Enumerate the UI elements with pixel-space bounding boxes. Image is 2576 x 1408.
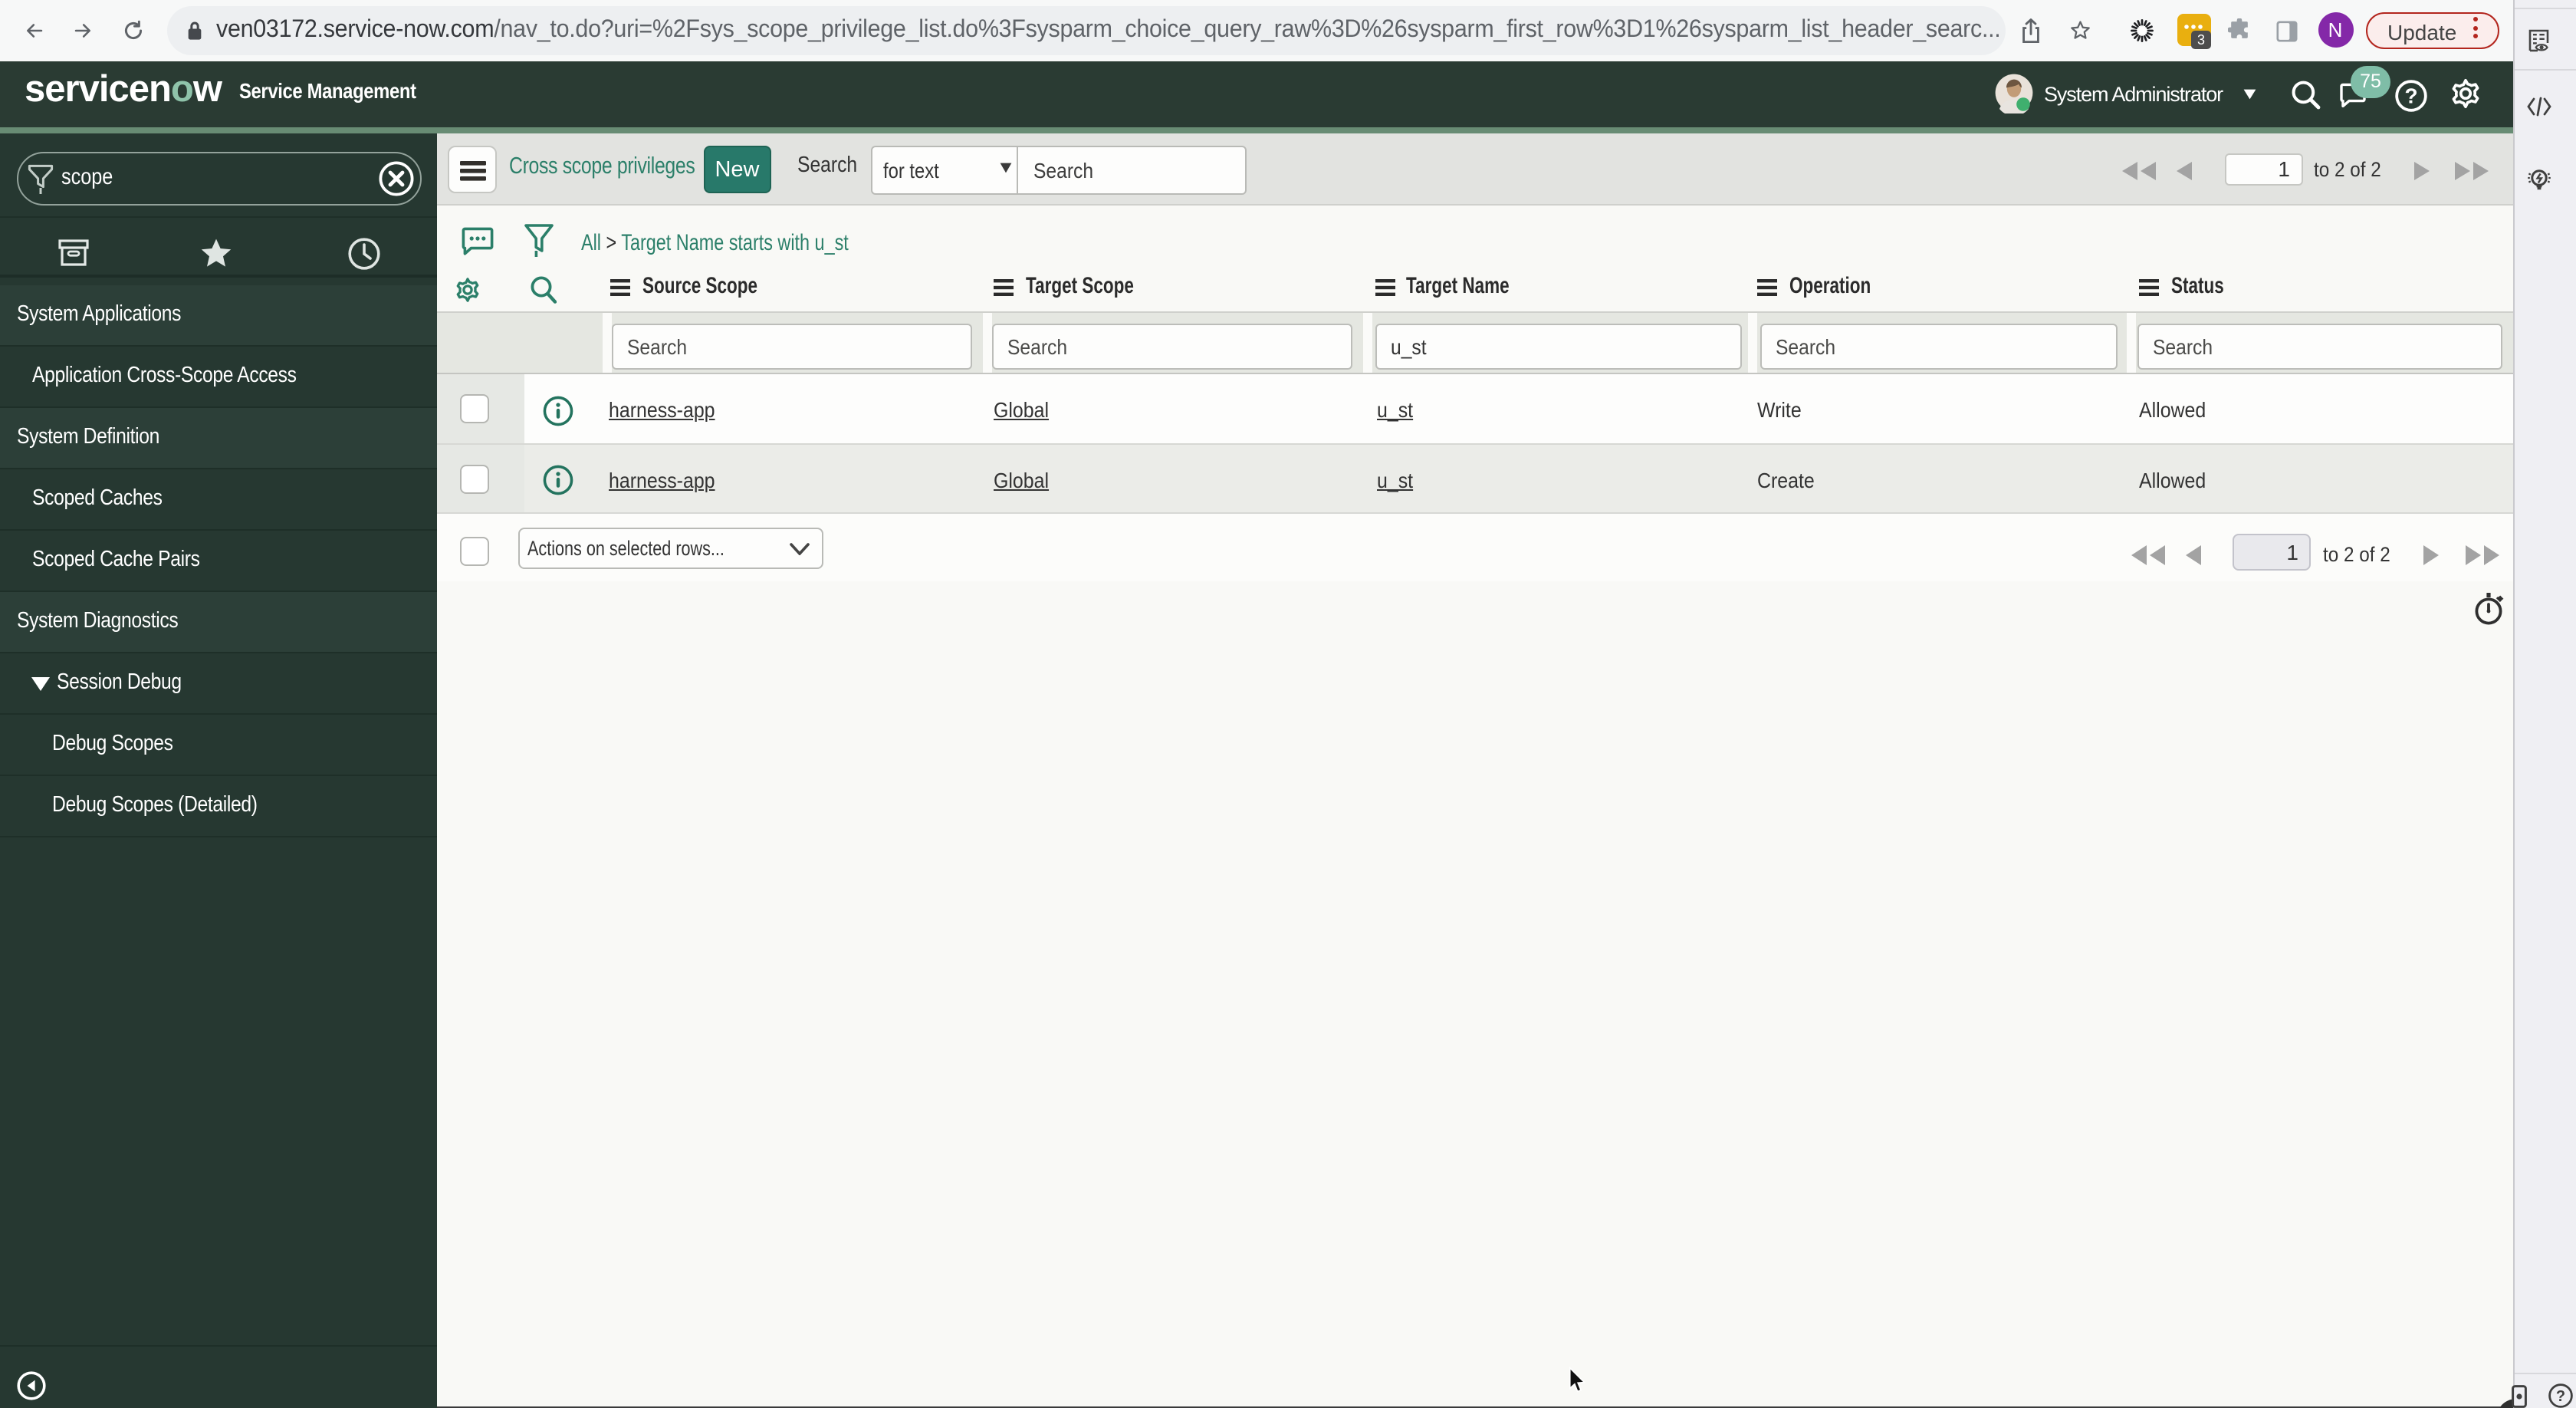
svg-text:?: ?	[2556, 1388, 2565, 1405]
svg-text:?: ?	[2404, 84, 2417, 107]
